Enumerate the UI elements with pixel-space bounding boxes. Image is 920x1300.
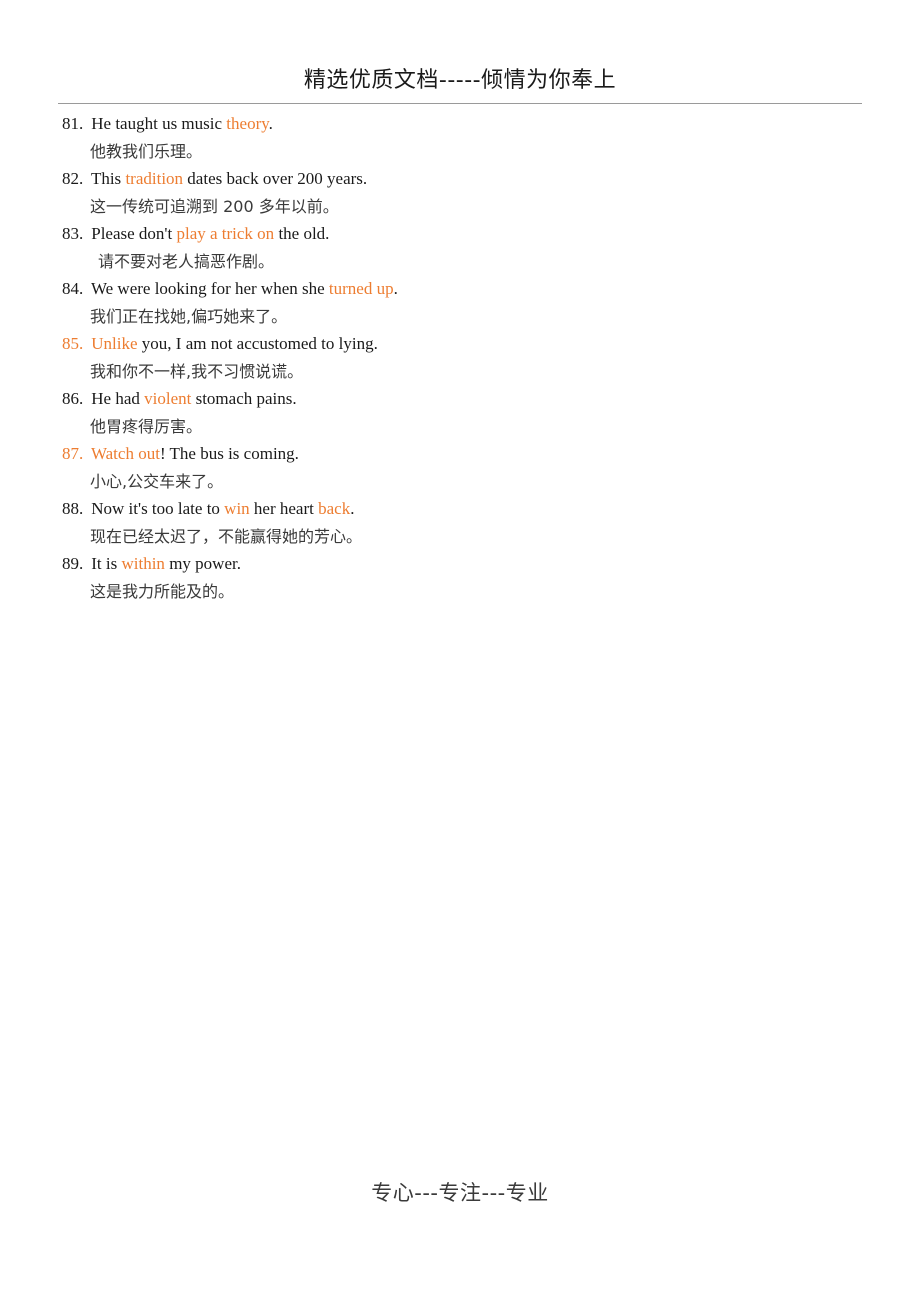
footer-slogan: 专心---专注---专业: [371, 1181, 549, 1205]
sentence-translation: 他胃疼得厉害。: [90, 416, 203, 436]
sentence-item: 88. Now it's too late to win her heart b…: [62, 495, 862, 550]
sentence-translation: 现在已经太迟了，不能赢得她的芳心。: [90, 526, 363, 546]
sentence-item: 89. It is within my power. 这是我力所能及的。: [62, 550, 862, 605]
highlighted-phrase: back: [318, 499, 351, 518]
sentence-text: dates back over 200 years.: [183, 169, 368, 188]
highlighted-phrase: win: [224, 499, 250, 518]
sentence-english: 89. It is within my power.: [62, 550, 862, 578]
header-divider: [58, 103, 862, 104]
highlighted-phrase: Unlike: [91, 334, 138, 353]
sentence-text: Please don't: [91, 224, 177, 243]
sentence-item: 85. Unlike you, I am not accustomed to l…: [62, 330, 862, 385]
highlighted-phrase: theory: [226, 114, 269, 133]
sentence-text: .: [268, 114, 273, 133]
highlighted-phrase: turned up: [328, 279, 394, 298]
sentence-translation: 这是我力所能及的。: [90, 581, 235, 601]
highlighted-phrase: within: [121, 554, 165, 573]
sentence-english: 86. He had violent stomach pains.: [62, 385, 862, 413]
sentence-text: He had: [91, 389, 145, 408]
sentence-english: 83. Please don't play a trick on the old…: [62, 220, 862, 248]
sentence-item: 82. This tradition dates back over 200 y…: [62, 165, 862, 220]
highlighted-phrase: violent: [144, 389, 192, 408]
item-number: 81.: [62, 114, 84, 133]
sentence-item: 83. Please don't play a trick on the old…: [62, 220, 862, 275]
item-number: 82.: [62, 169, 84, 188]
sentence-translation: 他教我们乐理。: [90, 141, 203, 161]
highlighted-phrase: tradition: [125, 169, 184, 188]
sentence-text: my power.: [164, 554, 241, 573]
sentence-text: It is: [91, 554, 122, 573]
document-page: 精选优质文档-----倾情为你奉上 81. He taught us music…: [0, 0, 920, 1300]
sentence-translation: 请不要对老人搞恶作剧。: [98, 251, 275, 271]
sentence-english: 85. Unlike you, I am not accustomed to l…: [62, 330, 862, 358]
highlighted-phrase: play a trick on: [176, 224, 275, 243]
header-title: 精选优质文档-----倾情为你奉上: [303, 68, 617, 93]
highlighted-phrase: Watch out: [90, 444, 160, 463]
sentence-text: ! The bus is coming.: [159, 444, 299, 463]
page-footer: 专心---专注---专业: [0, 1178, 920, 1208]
sentence-text: stomach pains.: [191, 389, 297, 408]
item-number: 88.: [62, 499, 84, 518]
sentence-item: 86. He had violent stomach pains. 他胃疼得厉害。: [62, 385, 862, 440]
item-number: 87.: [62, 444, 84, 463]
item-number: 84.: [62, 279, 84, 298]
item-number: 89.: [62, 554, 84, 573]
sentence-english: 87. Watch out! The bus is coming.: [62, 440, 862, 468]
sentence-item: 81. He taught us music theory. 他教我们乐理。: [62, 110, 862, 165]
sentence-list: 81. He taught us music theory. 他教我们乐理。 82.…: [62, 110, 862, 605]
sentence-translation: 我们正在找她,偏巧她来了。: [90, 306, 288, 326]
sentence-english: 84. We were looking for her when she tur…: [62, 275, 862, 303]
page-header: 精选优质文档-----倾情为你奉上: [0, 66, 920, 96]
item-number: 86.: [62, 389, 84, 408]
sentence-item: 87. Watch out! The bus is coming. 小心,公交车来…: [62, 440, 862, 495]
item-number: 83.: [62, 224, 84, 243]
sentence-text: We were looking for her when she: [90, 279, 329, 298]
sentence-text: .: [350, 499, 355, 518]
sentence-english: 81. He taught us music theory.: [62, 110, 862, 138]
sentence-translation: 小心,公交车来了。: [90, 471, 224, 491]
sentence-text: the old.: [274, 224, 330, 243]
sentence-english: 82. This tradition dates back over 200 y…: [62, 165, 862, 193]
sentence-text: He taught us music: [91, 114, 227, 133]
sentence-translation: 我和你不一样,我不习惯说谎。: [90, 361, 304, 381]
sentence-english: 88. Now it's too late to win her heart b…: [62, 495, 862, 523]
sentence-text: .: [393, 279, 398, 298]
sentence-text: This: [90, 169, 126, 188]
sentence-text: Now it's too late to: [91, 499, 225, 518]
sentence-item: 84. We were looking for her when she tur…: [62, 275, 862, 330]
sentence-text: you, I am not accustomed to lying.: [137, 334, 378, 353]
item-number: 85.: [62, 334, 84, 353]
sentence-translation: 这一传统可追溯到 200 多年以前。: [90, 196, 339, 216]
sentence-text: her heart: [249, 499, 319, 518]
